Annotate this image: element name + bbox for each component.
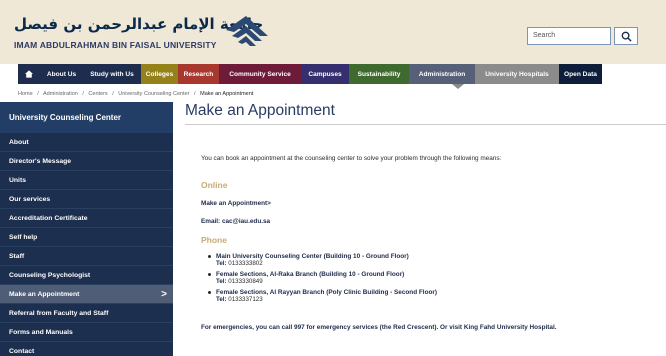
sidebar-item-make-an-appointment[interactable]: Make an Appointment > xyxy=(0,285,173,304)
breadcrumb-current: Make an Appointment xyxy=(200,91,254,97)
breadcrumb-separator: / xyxy=(112,91,114,97)
sidebar-item-directors-message[interactable]: Director's Message xyxy=(0,152,173,171)
nav-open-data[interactable]: Open Data xyxy=(559,64,602,84)
search-icon xyxy=(621,31,632,42)
phone-number[interactable]: 0133333802 xyxy=(228,260,262,267)
nav-sustainability[interactable]: Sustainability xyxy=(349,64,409,84)
sidebar-item-about[interactable]: About xyxy=(0,133,173,152)
site-header: جامعة الإمام عبدالرحمن بن فيصل IMAM ABDU… xyxy=(0,0,666,64)
breadcrumb-separator: / xyxy=(82,91,84,97)
online-heading: Online xyxy=(201,180,228,190)
main-navigation: About Us Study with Us Colleges Research… xyxy=(18,64,664,84)
sidebar-item-referral[interactable]: Referral from Faculty and Staff xyxy=(0,304,173,323)
search-input[interactable]: Search xyxy=(527,27,611,45)
sidebar-item-accreditation-certificate[interactable]: Accreditation Certificate xyxy=(0,209,173,228)
nav-community-service[interactable]: Community Service xyxy=(219,64,301,84)
sidebar-item-self-help[interactable]: Self help xyxy=(0,228,173,247)
nav-active-indicator xyxy=(452,84,464,89)
chevron-right-icon: > xyxy=(161,289,167,300)
nav-home[interactable] xyxy=(18,64,40,84)
sidebar-item-counseling-psychologist[interactable]: Counseling Psychologist xyxy=(0,266,173,285)
breadcrumb-home[interactable]: Home xyxy=(18,91,33,97)
sidebar: University Counseling Center About Direc… xyxy=(0,102,173,356)
phone-number[interactable]: 0133337123 xyxy=(228,296,262,303)
nav-study-with-us[interactable]: Study with Us xyxy=(83,64,141,84)
branch-phone: Tel: 0133333802 xyxy=(216,260,437,267)
branch-name: Main University Counseling Center (Build… xyxy=(216,253,409,260)
tel-label: Tel: xyxy=(216,260,227,267)
search-button[interactable] xyxy=(614,27,638,45)
phone-list: Main University Counseling Center (Build… xyxy=(207,253,437,307)
sidebar-item-staff[interactable]: Staff xyxy=(0,247,173,266)
nav-administration[interactable]: Administration xyxy=(409,64,475,84)
nav-about-us[interactable]: About Us xyxy=(40,64,83,84)
breadcrumb: Home / Administration / Centers / Univer… xyxy=(18,91,256,97)
branch-phone: Tel: 0133337123 xyxy=(216,296,437,303)
email-link[interactable]: Email: cac@iau.edu.sa xyxy=(201,218,270,225)
tel-label: Tel: xyxy=(216,296,227,303)
sidebar-item-our-services[interactable]: Our services xyxy=(0,190,173,209)
home-icon xyxy=(25,70,33,78)
sidebar-item-forms-and-manuals[interactable]: Forms and Manuals xyxy=(0,323,173,342)
breadcrumb-separator: / xyxy=(194,91,196,97)
intro-text: You can book an appointment at the couns… xyxy=(201,155,502,162)
nav-colleges[interactable]: Colleges xyxy=(141,64,178,84)
sidebar-header[interactable]: University Counseling Center xyxy=(0,102,173,133)
phone-heading: Phone xyxy=(201,235,227,245)
breadcrumb-separator: / xyxy=(37,91,39,97)
page-title: Make an Appointment xyxy=(185,102,335,119)
emergency-note: For emergencies, you can call 997 for em… xyxy=(201,324,557,331)
sidebar-item-label: Make an Appointment xyxy=(9,290,80,298)
nav-research[interactable]: Research xyxy=(178,64,219,84)
breadcrumb-administration[interactable]: Administration xyxy=(43,91,78,97)
breadcrumb-counseling-center[interactable]: University Counseling Center xyxy=(118,91,189,97)
list-item: Female Sections, Al Rayyan Branch (Poly … xyxy=(207,289,437,303)
breadcrumb-centers[interactable]: Centers xyxy=(88,91,107,97)
make-appointment-link[interactable]: Make an Appointment> xyxy=(201,200,271,207)
logo-english-text[interactable]: IMAM ABDULRAHMAN BIN FAISAL UNIVERSITY xyxy=(14,40,217,50)
nav-campuses[interactable]: Campuses xyxy=(301,64,349,84)
tel-label: Tel: xyxy=(216,278,227,285)
phone-number[interactable]: 0133330849 xyxy=(228,278,262,285)
title-divider xyxy=(185,124,666,125)
nav-university-hospitals[interactable]: University Hospitals xyxy=(475,64,559,84)
branch-phone: Tel: 0133330849 xyxy=(216,278,437,285)
branch-name: Female Sections, Al Rayyan Branch (Poly … xyxy=(216,289,437,296)
list-item: Female Sections, Al-Raka Branch (Buildin… xyxy=(207,271,437,285)
list-item: Main University Counseling Center (Build… xyxy=(207,253,437,267)
university-logo-icon[interactable] xyxy=(226,16,268,50)
sidebar-item-contact[interactable]: Contact xyxy=(0,342,173,356)
sidebar-item-units[interactable]: Units xyxy=(0,171,173,190)
branch-name: Female Sections, Al-Raka Branch (Buildin… xyxy=(216,271,405,278)
